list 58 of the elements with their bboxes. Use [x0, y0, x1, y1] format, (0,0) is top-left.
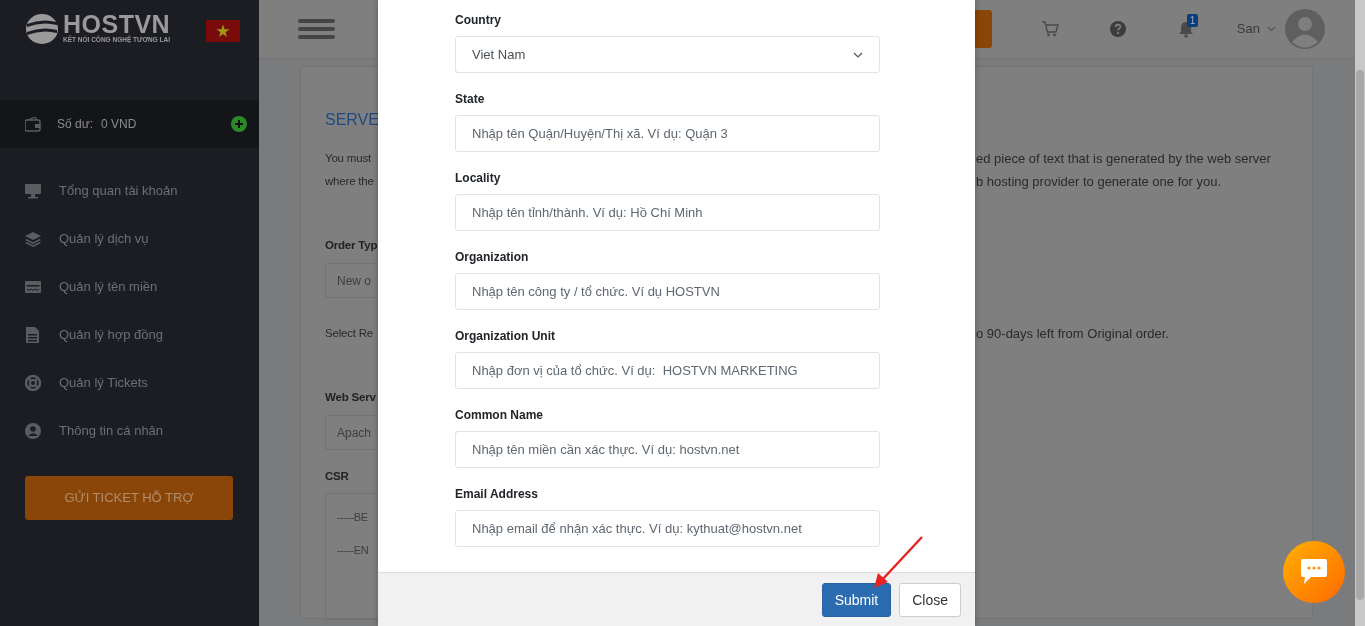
input-field[interactable]: Nhập tên tỉnh/thành. Ví dụ: Hồ Chí Minh [455, 194, 880, 231]
avatar[interactable] [1285, 9, 1325, 49]
submit-button[interactable]: Submit [821, 583, 892, 617]
scrollbar-thumb[interactable] [1356, 70, 1364, 600]
paragraph-text: where the [325, 174, 375, 189]
logo-text: HOSTVN [63, 12, 171, 36]
paragraph-text: You must [325, 151, 372, 166]
field-label: Email Address [455, 486, 539, 502]
sidebar-item[interactable]: Quản lý Tickets [0, 359, 259, 407]
country-select[interactable]: Viet Nam [455, 36, 880, 73]
help-icon[interactable] [1109, 21, 1126, 37]
paragraph-text: o 90-days left from Original order. [976, 325, 1169, 343]
field-label: Order Typ [325, 238, 379, 253]
field-label: Organization Unit [455, 328, 556, 344]
input-field[interactable]: Nhập email để nhận xác thực. Ví dụ: kythuat@hostvn.net [455, 510, 880, 547]
input-field[interactable]: Nhập tên công ty / tổ chức. Ví dụ HOSTVN [455, 273, 880, 310]
support-ticket-button[interactable]: GỬI TICKET HỖ TRỢ [25, 476, 233, 520]
chat-bubble-icon [1299, 557, 1329, 587]
logo-icon [25, 12, 59, 46]
field-label: Country [455, 12, 502, 28]
menu-icon[interactable] [298, 19, 335, 39]
chevron-down-icon [853, 51, 863, 58]
wallet-icon [25, 116, 41, 132]
close-button[interactable]: Close [899, 583, 961, 617]
field-label: Common Name [455, 407, 544, 423]
field-label: Web Serv [325, 390, 377, 405]
balance-label: Số dư: [57, 116, 94, 133]
sidebar-item[interactable]: Tổng quan tài khoản [0, 167, 259, 215]
user-name[interactable]: San [1236, 19, 1260, 39]
flag-icon[interactable] [206, 20, 240, 42]
field-label: Organization [455, 249, 530, 265]
paragraph-text: b hosting provider to generate one for you. [976, 173, 1221, 191]
input-field[interactable]: Nhập tên miền cần xác thực. Ví dụ: hostvn.net [455, 431, 880, 468]
sidebar-item[interactable]: Quản lý tên miền [0, 263, 259, 311]
caret-icon[interactable] [1267, 26, 1276, 32]
document-icon [25, 327, 41, 343]
cart-icon[interactable] [1041, 21, 1059, 37]
input-field[interactable]: Nhập tên Quận/Huyện/Thị xã. Ví dụ: Quận 3 [455, 115, 880, 152]
user-circle-icon [25, 423, 41, 439]
sidebar-item[interactable]: Thông tin cá nhân [0, 407, 259, 455]
field-label: State [455, 91, 486, 107]
field-label: CSR [325, 469, 350, 484]
scrollbar[interactable] [1355, 0, 1365, 626]
monitor-icon [25, 183, 41, 199]
annotation-arrow [874, 536, 923, 588]
add-funds-icon[interactable] [231, 116, 247, 132]
paragraph-text: ed piece of text that is generated by the web server [976, 150, 1271, 168]
browser-window-icon [25, 279, 41, 295]
section-title: SERVE [325, 110, 379, 130]
sidebar-item[interactable]: Quản lý dịch vụ [0, 215, 259, 263]
input-field[interactable]: Nhập đơn vị của tổ chức. Ví dụ: HOSTVN MARKETING [455, 352, 880, 389]
notification-count: 1 [1186, 13, 1199, 27]
layers-icon [25, 231, 41, 247]
balance-value: 0 VND [101, 116, 137, 133]
lifebuoy-icon [25, 375, 41, 391]
paragraph-text: Select Re [325, 326, 375, 341]
sidebar-item[interactable]: Quản lý hợp đồng [0, 311, 259, 359]
field-label: Locality [455, 170, 502, 186]
